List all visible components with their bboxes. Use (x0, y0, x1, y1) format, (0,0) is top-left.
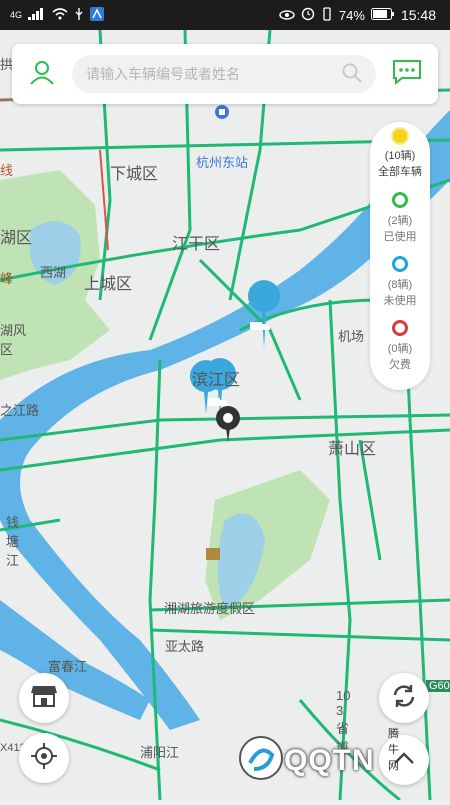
map-label: 湖风 区 (0, 323, 27, 357)
refresh-button[interactable] (379, 673, 429, 723)
red-ring-icon (392, 320, 408, 336)
filter-arrears-count: (0辆) (387, 343, 413, 355)
map-label: 江干区 (172, 236, 221, 253)
station-icon (215, 105, 229, 119)
watermark-brand: QQTN (284, 743, 375, 777)
store-icon (31, 684, 57, 713)
map-label: 线 (0, 163, 14, 178)
crosshair-icon (31, 742, 57, 774)
map-label: 西湖 (40, 265, 67, 280)
filter-all[interactable]: (10辆) 全部车辆 (370, 122, 430, 186)
filter-unused-label: 未使用 (383, 295, 417, 307)
status-left: 4G (10, 6, 105, 24)
watermark: QQTN 腾牛网 (238, 728, 399, 786)
search-placeholder: 请输入车辆编号或者姓名 (86, 66, 240, 82)
message-button[interactable] (376, 59, 438, 90)
map-label: 上城区 (84, 276, 133, 293)
battery-icon (370, 7, 395, 23)
scenic-icon (206, 548, 220, 560)
map-label: 机场 (338, 329, 365, 344)
map-label: 杭州东站 (196, 155, 249, 170)
map-label: 亚太路 (165, 639, 205, 654)
map-label: 之江路 (0, 403, 40, 418)
filter-used-label: 已使用 (383, 231, 417, 243)
map-label: 峰 (0, 271, 14, 286)
usb-icon (74, 7, 84, 24)
wifi-icon (52, 7, 68, 23)
network-label: 4G (10, 10, 23, 20)
map-label: 浦阳江 (140, 745, 180, 760)
watermark-logo-icon (238, 735, 284, 786)
filter-all-count: (10辆) (384, 150, 416, 162)
filter-unused-count: (8辆) (387, 279, 413, 291)
filter-arrears-label: 欠费 (389, 359, 411, 371)
store-button[interactable] (19, 673, 69, 723)
watermark-site: 腾牛网 (388, 728, 399, 772)
signal-icon (28, 7, 46, 23)
refresh-icon (391, 683, 417, 714)
status-right: 74% 15:48 (279, 6, 436, 24)
expand-button[interactable] (379, 735, 429, 785)
locate-button[interactable] (19, 733, 69, 783)
map-label: 滨江区 (192, 372, 241, 389)
map-label: 湘湖旅游度假区 (164, 601, 256, 616)
map-label: 湖区 (0, 230, 33, 247)
sun-icon (393, 129, 407, 143)
map-label: G60 (426, 680, 450, 692)
user-icon (29, 59, 55, 90)
status-bar: 4G 74% 15:48 (0, 0, 450, 30)
map-label: 钱 塘 江 (6, 515, 20, 568)
top-search-bar: 请输入车辆编号或者姓名 (12, 44, 438, 104)
green-ring-icon (392, 192, 408, 208)
map-label: 富春江 (48, 659, 88, 674)
filter-used-count: (2辆) (387, 215, 413, 227)
alarm-icon (301, 7, 315, 24)
map-label: 萧山区 (328, 441, 377, 458)
blue-ring-icon (392, 256, 408, 272)
clock: 15:48 (400, 7, 436, 23)
profile-button[interactable] (12, 59, 72, 90)
map-label: 下城区 (110, 166, 159, 183)
filter-used[interactable]: (2辆) 已使用 (370, 186, 430, 250)
filter-all-label: 全部车辆 (378, 166, 422, 178)
filter-unused[interactable]: (8辆) 未使用 (370, 250, 430, 314)
battery-percent: 74% (338, 7, 365, 23)
filter-arrears[interactable]: (0辆) 欠费 (370, 314, 430, 378)
app-notification-icon (90, 6, 105, 24)
vehicle-filter-panel: (10辆) 全部车辆 (2辆) 已使用 (8辆) 未使用 (0辆) 欠费 (370, 122, 430, 390)
vibrate-icon (321, 6, 333, 24)
eye-icon (279, 8, 295, 23)
chat-icon (392, 59, 422, 90)
search-icon[interactable] (342, 63, 362, 86)
search-input[interactable]: 请输入车辆编号或者姓名 (72, 55, 376, 93)
